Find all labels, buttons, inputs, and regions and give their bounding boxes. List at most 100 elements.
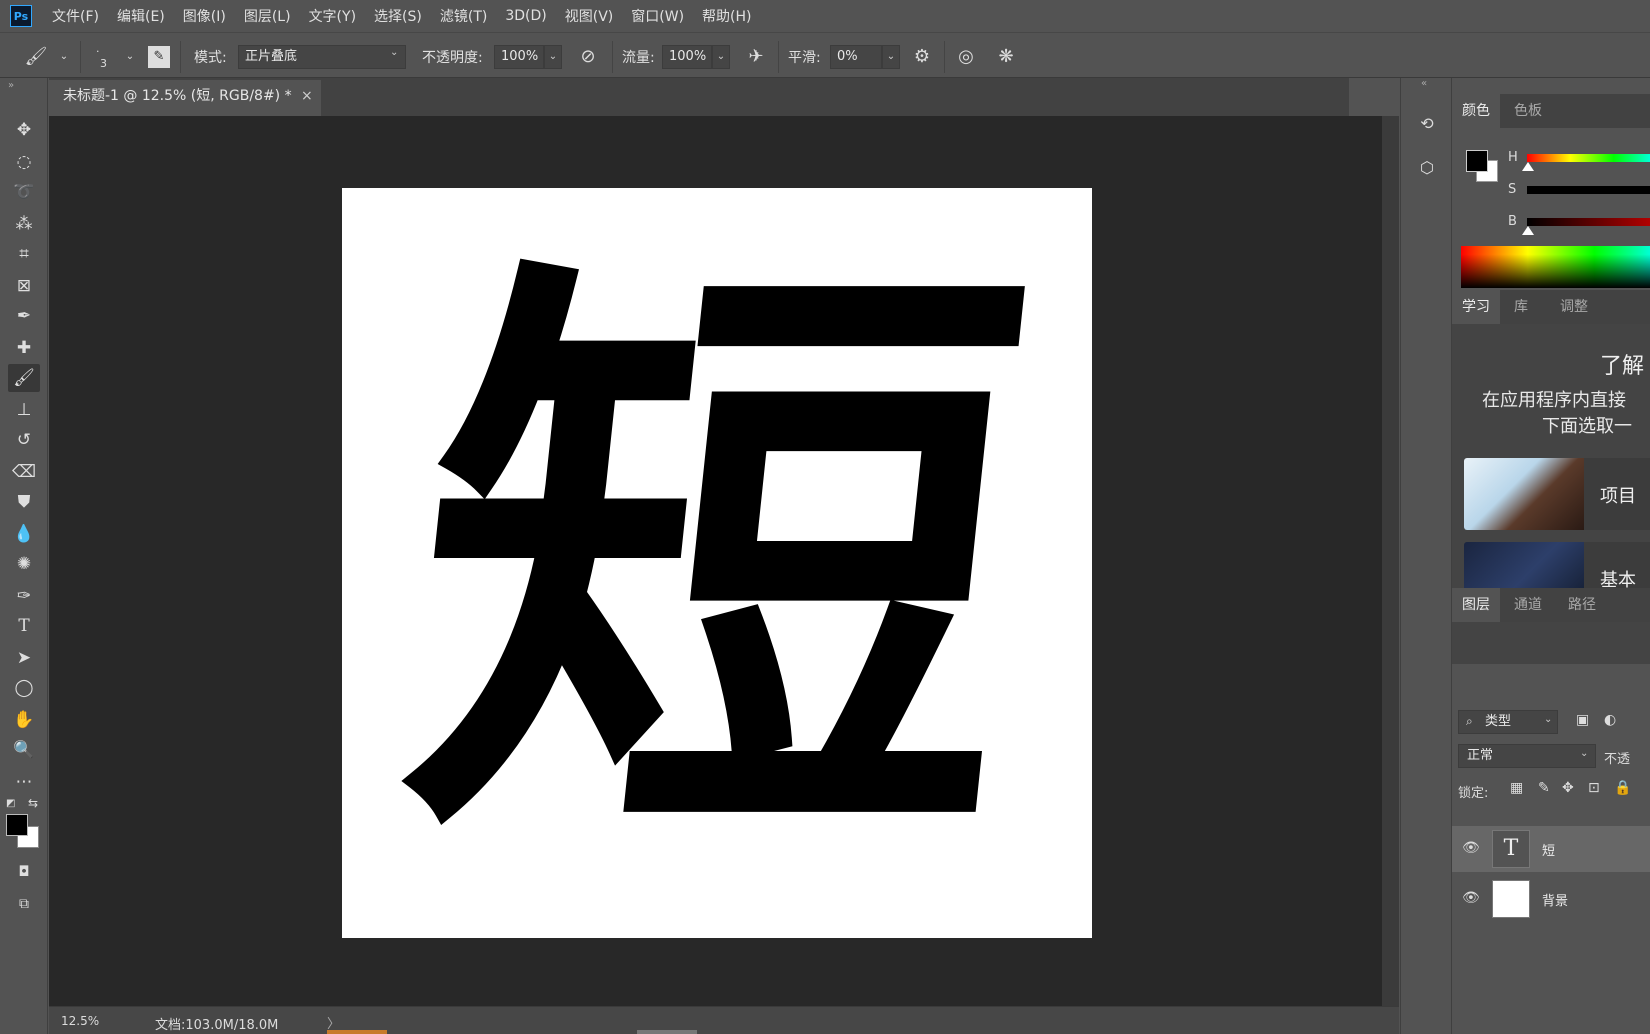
screen-mode-icon[interactable]: ⧉	[8, 890, 40, 918]
scroll-indicator	[327, 1030, 387, 1034]
document-tab-title: 未标题-1 @ 12.5% (短, RGB/8#) *	[63, 88, 292, 104]
tab-learn[interactable]: 学习	[1452, 290, 1500, 324]
clone-stamp-tool-icon[interactable]: ⊥	[8, 396, 40, 424]
card-thumbnail	[1464, 458, 1584, 530]
quick-select-tool-icon[interactable]: ⁂	[8, 210, 40, 238]
visibility-eye-icon[interactable]: 👁	[1462, 890, 1480, 906]
menu-layer[interactable]: 图层(L)	[244, 6, 291, 26]
move-tool-icon[interactable]: ✥	[8, 116, 40, 144]
lock-pixels-icon[interactable]: ✎	[1538, 780, 1550, 796]
tab-channels[interactable]: 通道	[1504, 588, 1552, 622]
chevron-down-icon: ⌄	[390, 47, 399, 58]
menu-select[interactable]: 选择(S)	[374, 6, 422, 26]
menu-filter[interactable]: 滤镜(T)	[440, 6, 487, 26]
smoothing-dropdown[interactable]: ⌄	[882, 45, 900, 69]
tab-libraries[interactable]: 库	[1504, 290, 1538, 324]
ellipse-tool-icon[interactable]: ◯	[8, 674, 40, 702]
flow-dropdown[interactable]: ⌄	[712, 45, 730, 69]
foreground-color-swatch[interactable]	[6, 814, 28, 836]
symmetry-butterfly-icon[interactable]: ❋	[994, 45, 1018, 69]
type-tool-icon[interactable]: T	[8, 612, 40, 640]
zoom-level[interactable]: 12.5%	[61, 1014, 99, 1028]
pixel-filter-icon[interactable]: ▣	[1576, 712, 1589, 728]
zoom-tool-icon[interactable]: 🔍	[8, 736, 40, 764]
layer-opacity-label: 不透	[1604, 752, 1631, 767]
crop-tool-icon[interactable]: ⌗	[8, 240, 40, 268]
menu-3d[interactable]: 3D(D)	[505, 8, 546, 24]
document-canvas[interactable]: 短	[342, 188, 1092, 938]
menu-edit[interactable]: 编辑(E)	[117, 6, 165, 26]
tab-color[interactable]: 颜色	[1452, 94, 1500, 128]
layer-row-text[interactable]: 👁 T 短	[1452, 826, 1650, 872]
tab-adjustments[interactable]: 调整	[1550, 290, 1598, 324]
close-icon[interactable]: ×	[301, 80, 313, 112]
lock-position-icon[interactable]: ✥	[1562, 780, 1574, 796]
blur-tool-icon[interactable]: 💧	[8, 520, 40, 548]
separator	[778, 41, 779, 73]
menu-image[interactable]: 图像(I)	[183, 6, 226, 26]
lock-transparent-icon[interactable]: ▦	[1510, 780, 1523, 796]
scroll-indicator	[637, 1030, 697, 1034]
hand-tool-icon[interactable]: ✋	[8, 706, 40, 734]
collapse-panels-icon[interactable]: «	[1421, 78, 1427, 89]
history-panel-icon[interactable]: ⟲	[1413, 110, 1441, 138]
healing-brush-tool-icon[interactable]: ✚	[8, 334, 40, 362]
quick-mask-icon[interactable]: ◘	[8, 858, 40, 886]
frame-tool-icon[interactable]: ⊠	[8, 272, 40, 300]
default-colors-icon[interactable]: ◩	[6, 798, 15, 809]
learn-panel-tabs: 学习 库 调整	[1452, 290, 1650, 324]
lock-artboard-icon[interactable]: ⊡	[1588, 780, 1600, 796]
pressure-opacity-icon[interactable]: ⊘	[576, 45, 600, 69]
airbrush-icon[interactable]: ✈	[744, 45, 768, 69]
collapse-toolbar-icon[interactable]: »	[8, 80, 14, 91]
brightness-slider-thumb[interactable]	[1522, 226, 1534, 235]
smoothing-input[interactable]: 0%	[830, 45, 882, 69]
chevron-down-icon[interactable]: ⌄	[52, 45, 76, 69]
opacity-input[interactable]: 100%	[494, 45, 544, 69]
menu-window[interactable]: 窗口(W)	[631, 6, 684, 26]
opacity-dropdown[interactable]: ⌄	[544, 45, 562, 69]
tab-paths[interactable]: 路径	[1558, 588, 1606, 622]
adjustment-filter-icon[interactable]: ◐	[1604, 712, 1616, 728]
document-tab[interactable]: 未标题-1 @ 12.5% (短, RGB/8#) * ×	[49, 80, 321, 116]
layer-row-background[interactable]: 👁 背景	[1452, 876, 1650, 922]
menu-view[interactable]: 视图(V)	[565, 6, 614, 26]
gear-icon[interactable]: ⚙	[910, 45, 934, 69]
history-brush-tool-icon[interactable]: ↺	[8, 426, 40, 454]
brush-size-value[interactable]: 3	[100, 57, 107, 70]
blend-mode-select[interactable]: 正片叠底	[238, 45, 406, 69]
menu-file[interactable]: 文件(F)	[52, 6, 99, 26]
paint-bucket-tool-icon[interactable]: ⛊	[8, 488, 40, 516]
brightness-slider[interactable]	[1527, 218, 1650, 226]
brush-tool-preset-icon[interactable]: 🖌	[24, 45, 48, 69]
brush-tool-icon[interactable]: 🖌	[8, 364, 40, 392]
vertical-scrollbar[interactable]	[1382, 116, 1399, 1006]
eraser-tool-icon[interactable]: ⌫	[8, 458, 40, 486]
lock-all-icon[interactable]: 🔒	[1614, 780, 1631, 796]
pressure-size-icon[interactable]: ◎	[954, 45, 978, 69]
dodge-tool-icon[interactable]: ✺	[8, 550, 40, 578]
tab-layers[interactable]: 图层	[1452, 588, 1500, 622]
menu-help[interactable]: 帮助(H)	[702, 6, 751, 26]
lasso-tool-icon[interactable]: ➰	[8, 178, 40, 206]
flow-input[interactable]: 100%	[662, 45, 712, 69]
layer-filter-select[interactable]: 类型	[1458, 710, 1558, 734]
panel-foreground-swatch[interactable]	[1466, 150, 1488, 172]
eyedropper-tool-icon[interactable]: ✒	[8, 302, 40, 330]
saturation-slider[interactable]	[1527, 186, 1650, 194]
swap-colors-icon[interactable]: ⇆	[28, 796, 38, 810]
hue-slider-thumb[interactable]	[1522, 162, 1534, 171]
layer-blend-mode-select[interactable]: 正常	[1458, 744, 1596, 768]
brush-picker-chevron-icon[interactable]: ⌄	[118, 45, 142, 69]
more-tools-icon[interactable]: ⋯	[8, 768, 40, 796]
visibility-eye-icon[interactable]: 👁	[1462, 840, 1480, 856]
pen-tool-icon[interactable]: ✑	[8, 582, 40, 610]
marquee-tool-icon[interactable]: ◌	[8, 148, 40, 176]
path-selection-tool-icon[interactable]: ➤	[8, 644, 40, 672]
3d-panel-icon[interactable]: ⬡	[1413, 154, 1441, 182]
brush-panel-toggle-icon[interactable]: ✎	[148, 46, 170, 68]
learn-card-projects[interactable]: 项目	[1464, 458, 1650, 530]
tab-swatches[interactable]: 色板	[1504, 94, 1552, 128]
menu-type[interactable]: 文字(Y)	[309, 6, 356, 26]
hue-slider[interactable]	[1527, 154, 1650, 162]
